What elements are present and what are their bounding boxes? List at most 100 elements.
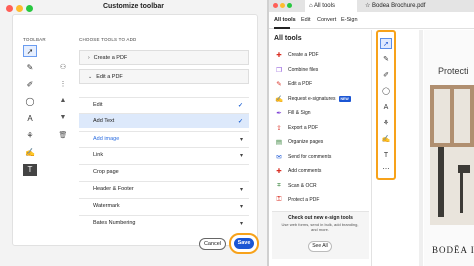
create-pdf-icon: ✚ [276,52,282,59]
dropdown-icon: ▾ [239,203,243,210]
tool-item-label: Add comments [288,168,322,174]
text-tool-icon[interactable]: A [23,113,37,125]
list-item-link[interactable]: Link ▾ [79,147,249,162]
highlight-tool-icon[interactable]: ✐ [380,70,392,81]
tool-item[interactable]: ✚ Create a PDF [274,50,369,60]
tool-item-label: Scan & OCR [288,182,317,189]
toolbar-order-controls: ⚇ ⋮ ▲ ▼ 🗑 [58,63,68,213]
text-tool-icon[interactable]: A [380,102,392,113]
scan-ocr-icon: ⌗ [277,181,281,189]
separator-icon[interactable]: ⋮ [58,80,68,88]
list-item-edit[interactable]: Edit ✓ [79,97,249,112]
list-item-crop-page[interactable]: Crop page [79,164,249,179]
chevron-down-icon: ⌄ [88,73,93,80]
list-group-create-pdf[interactable]: › Create a PDF [79,50,249,65]
send-comments-icon: ✉ [276,153,282,161]
organize-icon: ▤ [275,139,283,146]
tool-item[interactable]: ⚿ Protect a PDF [274,195,369,205]
edit-text-tool-icon[interactable]: ✍ [380,134,392,145]
tool-item[interactable]: ✚ Add comments [274,166,369,176]
document-photo [430,85,474,225]
tool-item[interactable]: ⇪ Export a PDF [274,123,369,133]
list-item-bates-numbering[interactable]: Bates Numbering ▾ [79,215,249,230]
tool-item-label: Edit a PDF [288,81,313,87]
stamp-tool-icon[interactable]: ⚘ [380,118,392,129]
stamp-tool-icon[interactable]: ⚘ [23,130,37,142]
lasso-tool-icon[interactable]: ◯ [380,86,392,97]
zoom-window-button[interactable] [287,3,292,8]
check-icon: ✓ [237,118,243,125]
star-icon: ☆ [365,3,373,9]
nav-all-tools[interactable]: All tools [274,17,296,23]
dropdown-icon: ▾ [239,186,243,193]
tab-all-tools[interactable]: ⌂ All tools [305,0,357,12]
tab-bodea-brochure[interactable]: ☆ Bodea Brochure.pdf [361,0,466,12]
comment-tool-icon[interactable]: ✎ [380,54,392,65]
minimize-window-button[interactable] [280,3,285,8]
tool-item[interactable]: ▤ Organize pages [274,137,369,147]
move-down-icon[interactable]: ▼ [58,114,68,121]
tool-item[interactable]: ✍ Request e-signatures NEW [274,94,369,104]
nav-convert[interactable]: Convert [317,17,336,23]
tool-item[interactable]: ✒ Fill & Sign [274,108,369,118]
toolbar-preview: ➚ ✎ ✐ ◯ A ⚘ ✍ T [23,45,37,205]
highlight-tool-icon[interactable]: ✐ [23,79,37,91]
top-nav: All tools Edit Convert E-Sign [269,12,474,29]
document-view: Protecti BODĒA IN [424,30,474,266]
list-item-watermark[interactable]: Watermark ▾ [79,198,249,213]
nav-e-sign[interactable]: E-Sign [341,17,358,23]
chevron-right-icon: › [88,54,90,61]
add-text-tool-icon[interactable]: T [380,150,392,161]
lasso-tool-icon[interactable]: ◯ [23,96,37,108]
select-tool-icon[interactable]: ➚ [23,45,37,57]
close-window-button[interactable] [273,3,278,8]
document-heading: Protecti [438,66,469,76]
list-item-add-image[interactable]: Add image ▾ [79,131,249,146]
esign-promo-title: Check out new e-sign tools [288,215,353,221]
select-tool-icon[interactable]: ➚ [380,38,392,49]
cancel-button[interactable]: Cancel [199,238,226,250]
quick-toolbar: ➚ ✎ ✐ ◯ A ⚘ ✍ T ⋯ [380,34,392,176]
tool-item-label: Protect a PDF [288,197,320,203]
customize-toolbar-window: Customize toolbar TOOLBAR CHOOSE TOOLS T… [0,0,267,266]
tool-item-label: Export a PDF [288,124,319,131]
nav-edit[interactable]: Edit [301,17,310,23]
tool-item-label: Request e-signatures [288,95,336,102]
tab-bar: ⌂ All tools ☆ Bodea Brochure.pdf [269,0,474,12]
add-comments-icon: ✚ [276,168,282,175]
comment-tool-icon[interactable]: ✎ [23,62,37,74]
save-button[interactable]: Save [234,238,254,249]
list-item-header-footer[interactable]: Header & Footer ▾ [79,181,249,196]
esign-promo-body: Use web forms, send in bulk, add brandin… [281,222,359,232]
list-group-edit-pdf[interactable]: ⌄ Edit a PDF [79,69,249,84]
dropdown-icon: ▾ [239,220,243,227]
dropdown-icon: ▾ [239,136,243,143]
more-tools-icon[interactable]: ⋯ [380,164,392,175]
see-all-button[interactable]: See All [308,241,332,252]
nav-active-indicator [274,27,290,29]
tool-item[interactable]: ✎ Edit a PDF [274,79,369,89]
tool-item-label: Send for comments [288,153,332,160]
delete-icon[interactable]: 🗑 [58,131,68,139]
toolbar-section-label: TOOLBAR [23,37,46,42]
quick-toolbar-highlight: ➚ ✎ ✐ ◯ A ⚘ ✍ T ⋯ [376,30,396,180]
dropdown-icon: ▾ [239,152,243,159]
edit-pdf-icon: ✎ [276,81,282,88]
edit-text-tool-icon[interactable]: ✍ [23,147,37,159]
request-sign-icon: ✍ [274,95,284,103]
save-button-highlight: Save [229,233,259,254]
export-pdf-icon: ⇪ [276,124,282,132]
new-badge: NEW [338,95,351,102]
move-up-icon[interactable]: ▲ [58,97,68,104]
scrollbar[interactable] [419,30,423,266]
list-item-add-text[interactable]: Add Text ✓ [79,113,249,128]
choose-tools-section-label: CHOOSE TOOLS TO ADD [79,37,137,42]
tool-item[interactable]: ❐ Combine files [274,65,369,75]
tool-item[interactable]: ⌗ Scan & OCR [274,181,369,191]
all-tools-title: All tools [274,35,302,42]
customize-dialog: TOOLBAR CHOOSE TOOLS TO ADD ➚ ✎ ✐ ◯ A ⚘ … [12,14,259,254]
tool-item[interactable]: ✉ Send for comments [274,152,369,162]
esign-promo: Check out new e-sign tools Use web forms… [272,211,369,259]
group-icon[interactable]: ⚇ [58,63,68,71]
add-text-tool-icon[interactable]: T [23,164,37,176]
